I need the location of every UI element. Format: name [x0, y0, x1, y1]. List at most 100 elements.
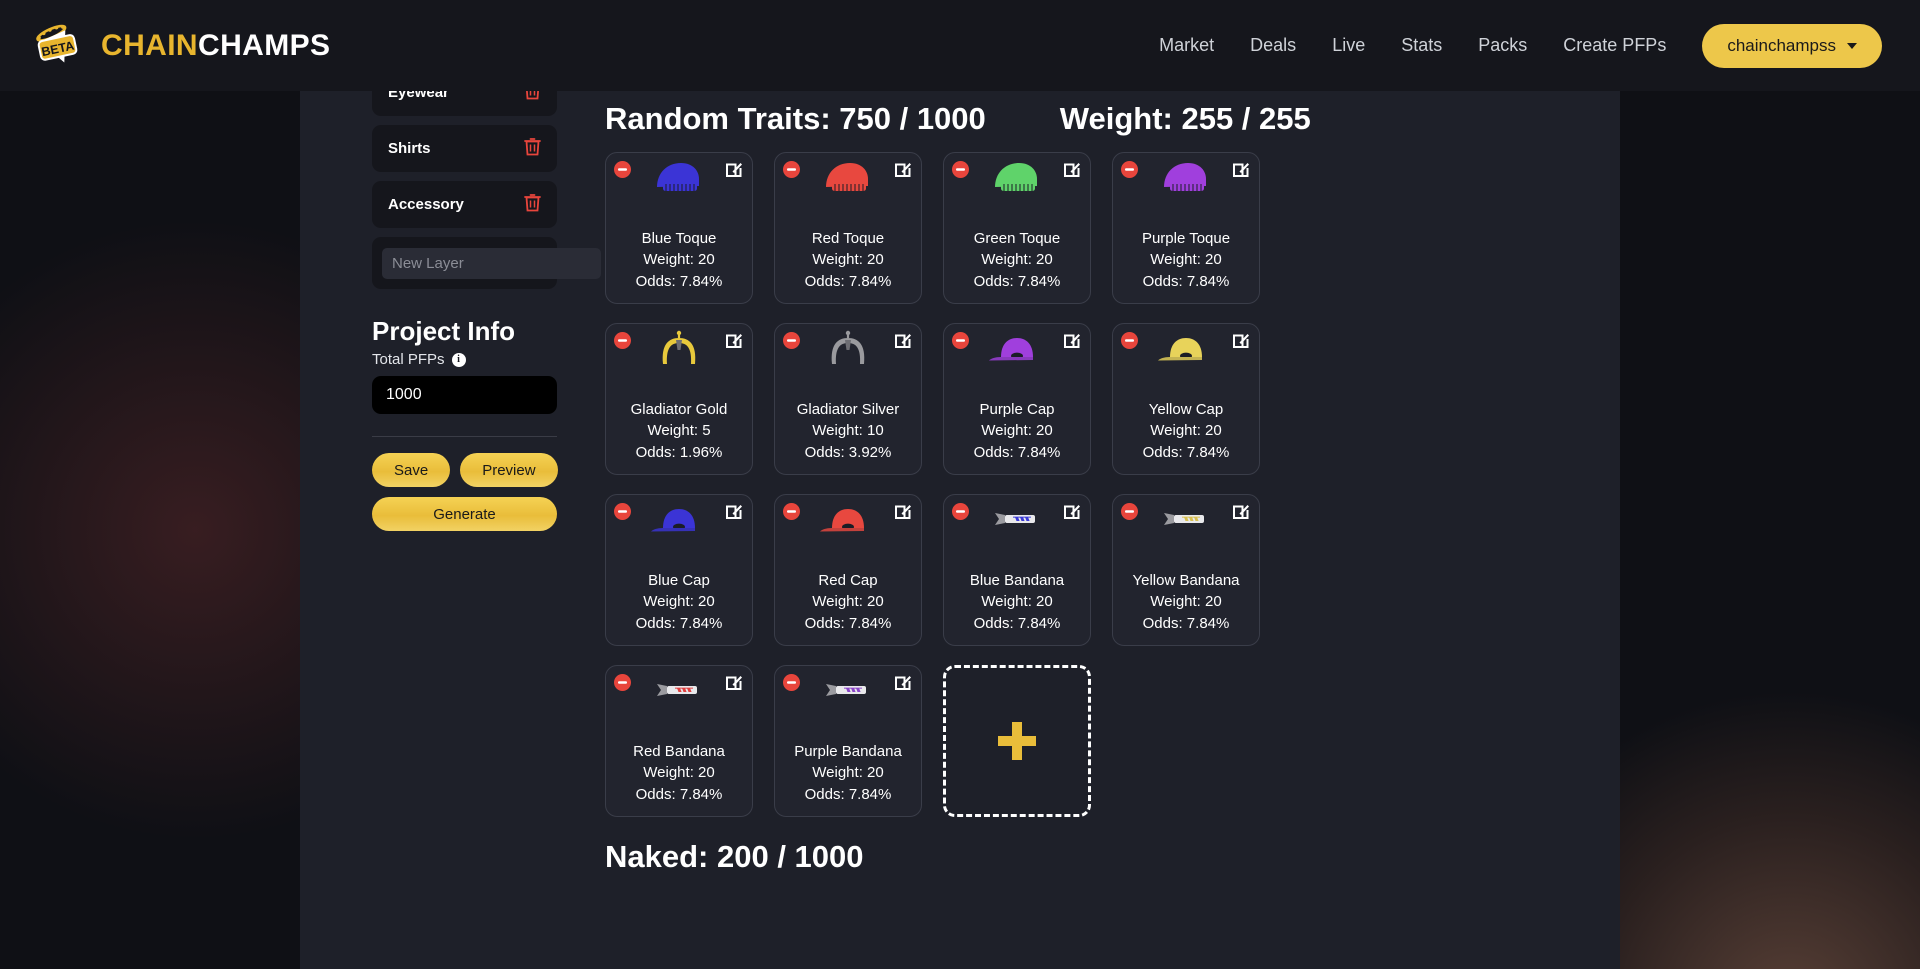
nav-links: Market Deals Live Stats Packs Create PFP… — [1159, 23, 1882, 68]
trait-weight: Weight: 20 — [1150, 251, 1222, 269]
nav-link-packs[interactable]: Packs — [1478, 35, 1527, 56]
total-pfps-input[interactable] — [372, 376, 557, 414]
trait-card[interactable]: Gladiator Silver Weight: 10 Odds: 3.92% — [774, 323, 922, 475]
trait-odds: Odds: 3.92% — [804, 443, 892, 461]
save-button[interactable]: Save — [372, 453, 451, 487]
trait-weight: Weight: 5 — [647, 422, 711, 440]
edit-trait-icon[interactable] — [1063, 502, 1081, 520]
trait-name: Blue Cap — [648, 572, 710, 590]
edit-trait-icon[interactable] — [1063, 331, 1081, 349]
edit-trait-icon[interactable] — [894, 160, 912, 178]
trait-card[interactable]: Gladiator Gold Weight: 5 Odds: 1.96% — [605, 323, 753, 475]
traits-column: Random Traits: 750 / 1000 Weight: 255 / … — [567, 91, 1620, 969]
trait-card-top — [775, 153, 921, 207]
trait-weight: Weight: 20 — [812, 593, 884, 611]
nav-link-market[interactable]: Market — [1159, 35, 1214, 56]
brand-logo[interactable]: BETA CHAINCHAMPS — [30, 19, 330, 73]
trait-card[interactable]: Yellow Bandana Weight: 20 Odds: 7.84% — [1112, 494, 1260, 646]
trait-odds: Odds: 7.84% — [973, 272, 1061, 290]
edit-trait-icon[interactable] — [725, 331, 743, 349]
layer-label: Eyewear — [388, 91, 449, 101]
trait-card[interactable]: Purple Bandana Weight: 20 Odds: 7.84% — [774, 665, 922, 817]
remove-trait-icon[interactable] — [614, 674, 631, 691]
remove-trait-icon[interactable] — [952, 332, 969, 349]
trait-weight: Weight: 20 — [1150, 422, 1222, 440]
trait-name: Yellow Cap — [1148, 401, 1224, 419]
trait-card-body: Yellow Cap Weight: 20 Odds: 7.84% — [1143, 399, 1230, 474]
trait-name: Purple Bandana — [794, 743, 902, 761]
edit-trait-icon[interactable] — [725, 502, 743, 520]
edit-trait-icon[interactable] — [1063, 160, 1081, 178]
account-menu-label: chainchampss — [1727, 35, 1836, 55]
edit-trait-icon[interactable] — [894, 502, 912, 520]
delete-layer-icon[interactable] — [524, 91, 541, 105]
preview-button[interactable]: Preview — [460, 453, 558, 487]
edit-trait-icon[interactable] — [1232, 502, 1250, 520]
layer-row-accessory[interactable]: Accessory — [372, 181, 557, 228]
edit-trait-icon[interactable] — [894, 331, 912, 349]
sidebar-divider — [372, 436, 557, 437]
nav-link-live[interactable]: Live — [1332, 35, 1365, 56]
generate-button[interactable]: Generate — [372, 497, 557, 531]
remove-trait-icon[interactable] — [1121, 503, 1138, 520]
trait-weight: Weight: 20 — [643, 251, 715, 269]
edit-trait-icon[interactable] — [725, 160, 743, 178]
trait-card-body: Red Toque Weight: 20 Odds: 7.84% — [805, 228, 892, 303]
trait-card-top — [1113, 495, 1259, 549]
total-pfps-label: Total PFPs — [372, 351, 445, 368]
remove-trait-icon[interactable] — [783, 161, 800, 178]
trait-weight: Weight: 20 — [981, 251, 1053, 269]
trait-card[interactable]: Red Cap Weight: 20 Odds: 7.84% — [774, 494, 922, 646]
trait-card[interactable]: Purple Toque Weight: 20 Odds: 7.84% — [1112, 152, 1260, 304]
trait-card[interactable]: Red Toque Weight: 20 Odds: 7.84% — [774, 152, 922, 304]
remove-trait-icon[interactable] — [1121, 161, 1138, 178]
traits-section-header: Random Traits: 750 / 1000 Weight: 255 / … — [605, 91, 1620, 137]
nav-link-deals[interactable]: Deals — [1250, 35, 1296, 56]
brand-wordmark: CHAINCHAMPS — [101, 29, 330, 63]
trait-card[interactable]: Blue Bandana Weight: 20 Odds: 7.84% — [943, 494, 1091, 646]
trait-weight: Weight: 20 — [981, 593, 1053, 611]
trait-card[interactable]: Green Toque Weight: 20 Odds: 7.84% — [943, 152, 1091, 304]
remove-trait-icon[interactable] — [783, 503, 800, 520]
trait-odds: Odds: 7.84% — [804, 272, 892, 290]
edit-trait-icon[interactable] — [894, 673, 912, 691]
remove-trait-icon[interactable] — [614, 503, 631, 520]
edit-trait-icon[interactable] — [725, 673, 743, 691]
trait-odds: Odds: 7.84% — [1142, 272, 1230, 290]
trait-card[interactable]: Purple Cap Weight: 20 Odds: 7.84% — [943, 323, 1091, 475]
trait-card[interactable]: Red Bandana Weight: 20 Odds: 7.84% — [605, 665, 753, 817]
trait-card-top — [944, 324, 1090, 378]
delete-layer-icon[interactable] — [524, 137, 541, 161]
naked-section-header: Naked: 200 / 1000 — [605, 839, 864, 874]
top-navbar: BETA CHAINCHAMPS Market Deals Live Stats… — [0, 0, 1920, 91]
trait-card-body: Red Cap Weight: 20 Odds: 7.84% — [805, 570, 892, 645]
trait-odds: Odds: 7.84% — [804, 785, 892, 803]
edit-trait-icon[interactable] — [1232, 160, 1250, 178]
layers-sidebar: Eyewear Shirts Accessory New Layer Proje… — [362, 91, 633, 947]
trait-card[interactable]: Blue Toque Weight: 20 Odds: 7.84% — [605, 152, 753, 304]
trait-card-top — [1113, 153, 1259, 207]
delete-layer-icon[interactable] — [524, 193, 541, 217]
trait-card-body: Yellow Bandana Weight: 20 Odds: 7.84% — [1132, 570, 1239, 645]
nav-link-stats[interactable]: Stats — [1401, 35, 1442, 56]
trait-weight: Weight: 20 — [643, 593, 715, 611]
add-trait-card[interactable] — [943, 665, 1091, 817]
remove-trait-icon[interactable] — [952, 503, 969, 520]
account-menu-button[interactable]: chainchampss — [1702, 23, 1882, 68]
trait-card-body: Gladiator Gold Weight: 5 Odds: 1.96% — [631, 399, 728, 474]
remove-trait-icon[interactable] — [614, 161, 631, 178]
layer-label: Accessory — [388, 196, 464, 213]
remove-trait-icon[interactable] — [783, 674, 800, 691]
trait-card-top — [606, 495, 752, 549]
remove-trait-icon[interactable] — [952, 161, 969, 178]
trait-card[interactable]: Blue Cap Weight: 20 Odds: 7.84% — [605, 494, 753, 646]
info-icon[interactable]: i — [451, 352, 466, 367]
trait-card[interactable]: Yellow Cap Weight: 20 Odds: 7.84% — [1112, 323, 1260, 475]
remove-trait-icon[interactable] — [614, 332, 631, 349]
layer-row-eyewear[interactable]: Eyewear — [372, 91, 557, 116]
edit-trait-icon[interactable] — [1232, 331, 1250, 349]
remove-trait-icon[interactable] — [783, 332, 800, 349]
remove-trait-icon[interactable] — [1121, 332, 1138, 349]
layer-row-shirts[interactable]: Shirts — [372, 125, 557, 172]
nav-link-create-pfps[interactable]: Create PFPs — [1563, 35, 1666, 56]
